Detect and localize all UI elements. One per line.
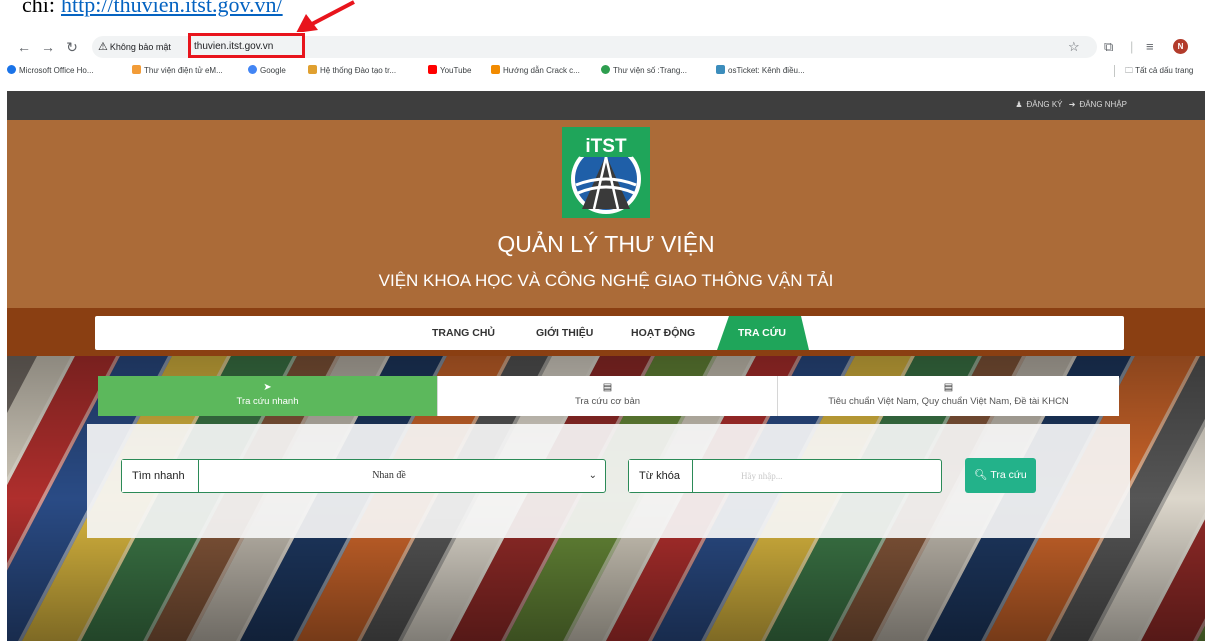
bookmarks-divider [1114,65,1115,77]
library-icon [132,65,141,74]
bookmark-item[interactable]: Hướng dẫn Crack c... [491,65,580,77]
url-highlight-box [188,33,305,58]
warning-triangle-icon [491,65,500,74]
security-label: Không bảo mật [109,42,171,52]
itst-logo[interactable]: iTST [562,127,650,218]
search-icon: 🔍︎ [974,469,988,481]
document-link[interactable]: chỉ: http://thuvien.itst.gov.vn/ [22,0,283,18]
search-button-label: Tra cứu [990,469,1027,481]
list-icon: ▤ [943,382,954,393]
keyword-label: Từ khóa [629,460,693,492]
training-system-icon [308,65,317,74]
document-link-text[interactable]: http://thuvien.itst.gov.vn/ [61,0,283,17]
all-bookmarks-folder[interactable]: 🗀 Tất cả dấu trang [1125,64,1193,78]
keyword-group: Từ khóa [628,459,942,493]
bookmark-item[interactable]: Thư viện điện tử eM... [132,65,223,77]
bookmark-item[interactable]: Hệ thống Đào tạo tr... [308,65,396,77]
paper-plane-icon: ➤ [263,382,272,393]
tab-quick-search[interactable]: ➤ Tra cứu nhanh [98,376,438,416]
nav-search[interactable]: TRA CỨU [738,327,786,340]
login-link[interactable]: ĐĂNG NHẬP [1079,100,1127,109]
tab-standards-search[interactable]: ▤ Tiêu chuẩn Việt Nam, Quy chuẩn Việt Na… [778,376,1119,416]
osticket-icon [716,65,725,74]
logo-text: iTST [585,136,627,157]
site-title: QUẢN LÝ THƯ VIỆN [497,231,715,257]
site-topbar: ♟ ĐĂNG KÝ ➜ ĐĂNG NHẬP [7,91,1205,120]
keyword-input[interactable] [693,460,941,492]
site-subtitle: VIỆN KHOA HỌC VÀ CÔNG NGHỆ GIAO THÔNG VẬ… [378,271,834,290]
nav-about[interactable]: GIỚI THIỆU [536,327,593,340]
star-bookmark-icon[interactable]: ☆ [1068,39,1080,55]
document-fragment: chỉ: http://thuvien.itst.gov.vn/ [0,0,1205,32]
digital-library-icon [601,65,610,74]
search-button[interactable]: 🔍︎ Tra cứu [965,458,1036,493]
security-chip[interactable]: ⚠ Không bảo mật [98,39,171,55]
bookmark-item[interactable]: YouTube [428,65,471,77]
bookmark-item[interactable]: Google [248,65,286,77]
google-icon [248,65,257,74]
quick-search-label: Tìm nhanh [122,460,199,492]
red-arrow-annotation [296,0,355,33]
list-icon: ▤ [602,382,613,393]
chevron-down-icon[interactable]: ⌄ [589,469,597,483]
profile-avatar[interactable]: N [1173,39,1188,54]
field-select[interactable]: Nhan đề [199,460,579,492]
youtube-icon [428,65,437,74]
tab-basic-search[interactable]: ▤ Tra cứu cơ bản [438,376,778,416]
warning-triangle-icon: ⚠ [98,41,108,53]
toolbar-divider: | [1130,39,1134,54]
extensions-icon[interactable]: ⧉ [1104,39,1113,55]
reading-list-icon[interactable]: ≡ [1146,39,1154,55]
nav-band: TRANG CHỦ GIỚI THIỆU HOẠT ĐỘNG TRA CỨU [7,308,1205,356]
back-arrow-icon[interactable]: ← [16,39,32,55]
folder-icon: 🗀 [1125,66,1136,75]
user-icon: ♟ [1015,100,1023,109]
register-link[interactable]: ĐĂNG KÝ [1026,100,1062,109]
nav-activities[interactable]: HOẠT ĐỘNG [631,327,695,340]
login-icon: ➜ [1068,100,1076,109]
document-link-prefix: chỉ: [22,0,55,17]
browser-chrome: ← → ↻ ⚠ Không bảo mật thuvien.itst.gov.vn… [0,32,1205,91]
nav-home[interactable]: TRANG CHỦ [432,327,495,340]
bookmarks-bar: Microsoft Office Ho... Thư viện điện tử … [0,62,1205,82]
office-icon [7,65,16,74]
bookmark-item[interactable]: Thư viện số :Trang... [601,65,687,77]
site-header: iTST QUẢN LÝ THƯ VIỆN VIỆN KHOA HỌC VÀ C… [7,120,1205,308]
bookmark-item[interactable]: Microsoft Office Ho... [7,65,94,77]
quick-field-group: Tìm nhanh Nhan đề ⌄ [121,459,606,493]
search-tabs: ➤ Tra cứu nhanh ▤ Tra cứu cơ bản ▤ Tiêu … [98,376,1119,416]
bookmark-item[interactable]: osTicket: Kênh điều... [716,65,805,77]
reload-icon[interactable]: ↻ [64,39,80,55]
forward-arrow-icon[interactable]: → [40,39,56,55]
main-navbar: TRANG CHỦ GIỚI THIỆU HOẠT ĐỘNG TRA CỨU [95,316,1124,350]
auth-links: ♟ ĐĂNG KÝ ➜ ĐĂNG NHẬP [1011,99,1127,111]
